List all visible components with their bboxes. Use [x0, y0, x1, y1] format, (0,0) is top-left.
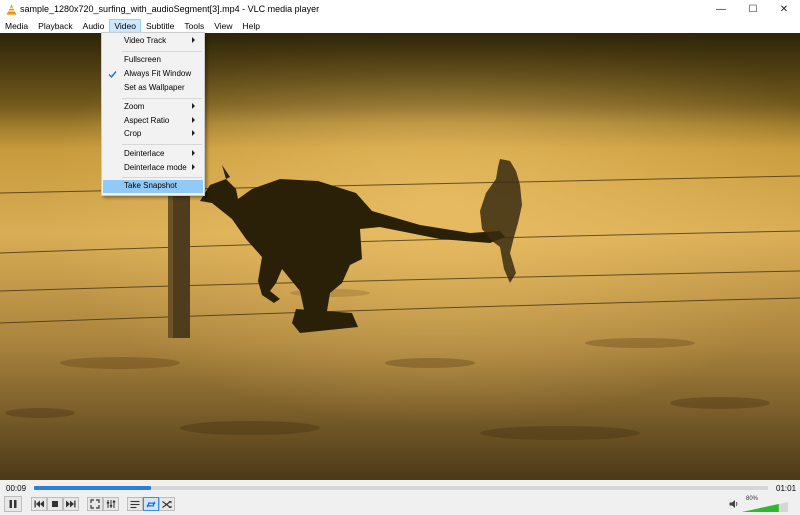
submenu-arrow-icon — [192, 164, 195, 170]
menu-item-crop[interactable]: Crop — [103, 128, 203, 141]
pause-button[interactable] — [4, 496, 22, 512]
menu-subtitle[interactable]: Subtitle — [141, 19, 179, 33]
shuffle-button[interactable] — [159, 497, 175, 511]
vlc-cone-icon — [6, 4, 17, 15]
loop-button[interactable] — [143, 497, 159, 511]
pause-icon — [9, 500, 17, 508]
extended-settings-icon — [106, 500, 116, 508]
volume-slider[interactable] — [742, 502, 788, 512]
menu-tools[interactable]: Tools — [179, 19, 209, 33]
playlist-icon — [130, 500, 140, 508]
menu-bar: Media Playback Audio Video Subtitle Tool… — [0, 19, 800, 33]
elapsed-time: 00:09 — [6, 484, 27, 493]
menu-separator — [122, 177, 202, 178]
menu-item-zoom[interactable]: Zoom — [103, 101, 203, 114]
menu-help[interactable]: Help — [237, 19, 264, 33]
menu-playback[interactable]: Playback — [33, 19, 78, 33]
extended-settings-button[interactable] — [103, 497, 119, 511]
close-button[interactable]: ✕ — [768, 0, 800, 19]
menu-item-take-snapshot[interactable]: Take Snapshot — [103, 180, 203, 193]
menu-view[interactable]: View — [209, 19, 237, 33]
menu-item-set-as-wallpaper[interactable]: Set as Wallpaper — [103, 82, 203, 95]
submenu-arrow-icon — [192, 150, 195, 156]
menu-item-fullscreen[interactable]: Fullscreen — [103, 54, 203, 67]
maximize-button[interactable]: ☐ — [737, 0, 769, 19]
menu-item-deinterlace[interactable]: Deinterlace — [103, 148, 203, 161]
stop-icon — [52, 501, 58, 507]
seek-bar[interactable] — [34, 486, 768, 490]
menu-audio[interactable]: Audio — [78, 19, 110, 33]
menu-separator — [122, 51, 202, 52]
title-bar: sample_1280x720_surfing_with_audioSegmen… — [0, 0, 800, 19]
total-time: 01:01 — [776, 484, 797, 493]
submenu-arrow-icon — [192, 130, 195, 136]
seek-progress — [34, 486, 152, 490]
menu-video[interactable]: Video — [109, 19, 141, 33]
menu-item-aspect-ratio[interactable]: Aspect Ratio — [103, 115, 203, 128]
next-button[interactable] — [63, 497, 79, 511]
submenu-arrow-icon — [192, 37, 195, 43]
menu-item-deinterlace-mode[interactable]: Deinterlace mode — [103, 162, 203, 175]
loop-icon — [146, 500, 156, 508]
stop-button[interactable] — [47, 497, 63, 511]
menu-media[interactable]: Media — [0, 19, 33, 33]
next-icon — [66, 500, 76, 508]
submenu-arrow-icon — [192, 117, 195, 123]
fullscreen-icon — [90, 499, 100, 509]
submenu-arrow-icon — [192, 103, 195, 109]
fullscreen-button[interactable] — [87, 497, 103, 511]
checkmark-icon — [108, 71, 117, 79]
previous-icon — [34, 500, 44, 508]
previous-button[interactable] — [31, 497, 47, 511]
menu-separator — [122, 144, 202, 145]
video-menu-dropdown: Video Track Fullscreen Always Fit Window… — [101, 32, 205, 196]
shuffle-icon — [162, 500, 172, 508]
playlist-button[interactable] — [127, 497, 143, 511]
menu-separator — [122, 98, 202, 99]
playback-controls: 00:09 01:01 80% — [0, 480, 800, 515]
speaker-icon[interactable] — [729, 499, 739, 509]
menu-item-video-track[interactable]: Video Track — [103, 35, 203, 48]
minimize-button[interactable]: — — [705, 0, 737, 19]
menu-item-always-fit-window[interactable]: Always Fit Window — [103, 68, 203, 81]
window-title: sample_1280x720_surfing_with_audioSegmen… — [20, 4, 320, 14]
